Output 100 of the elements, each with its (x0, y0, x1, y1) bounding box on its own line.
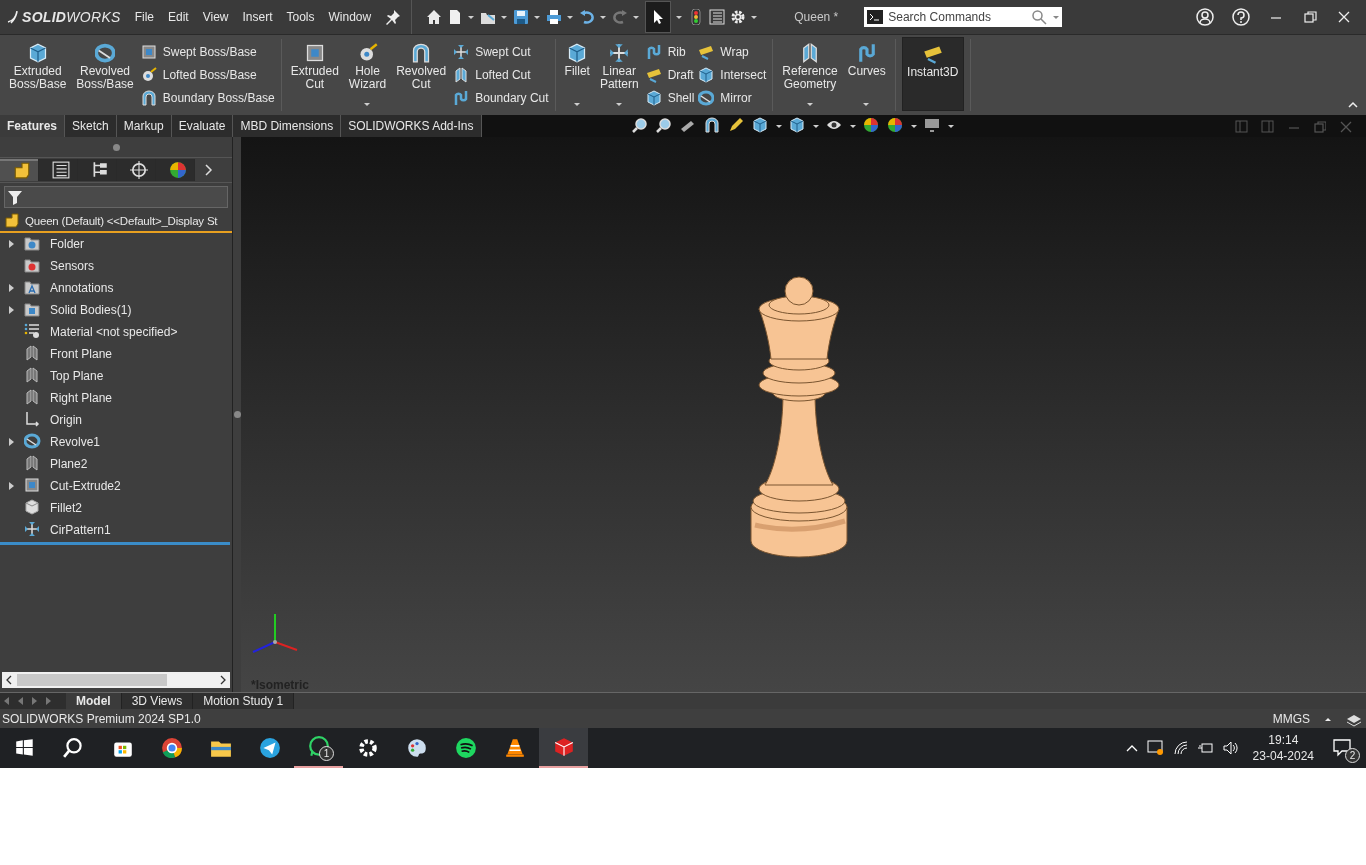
zoom-icon[interactable] (655, 117, 674, 135)
ribbon-button[interactable]: Revolved Cut (393, 41, 450, 93)
ribbon-button[interactable]: Linear Pattern (596, 41, 642, 93)
monitor-icon[interactable] (1146, 739, 1165, 757)
menu-item[interactable]: File (134, 10, 154, 24)
panel-tab[interactable] (156, 159, 195, 181)
caret-icon[interactable] (805, 101, 814, 107)
tree-item[interactable]: Folder (50, 237, 84, 251)
scroll-left-icon[interactable] (5, 675, 13, 685)
tab[interactable]: SOLIDWORKS Add-Ins (341, 115, 482, 137)
tree-item[interactable]: Revolve1 (50, 435, 101, 449)
tile-icon[interactable] (1260, 119, 1274, 133)
menu-item[interactable]: Edit (168, 10, 189, 24)
printer-icon[interactable] (546, 9, 563, 25)
tree-item[interactable]: Annotations (50, 281, 114, 295)
ribbon-button[interactable]: Boundary Boss/Base (140, 87, 275, 109)
ribbon-button[interactable]: Lofted Boss/Base (140, 64, 275, 86)
caret-icon[interactable] (533, 14, 542, 20)
panel-tab[interactable] (0, 159, 39, 181)
ribbon-button[interactable]: Intersect (698, 64, 767, 86)
tile-icon[interactable] (1234, 119, 1248, 133)
settings-icon[interactable] (730, 9, 747, 25)
ribbon-button[interactable]: Extruded Boss/Base (6, 41, 70, 93)
collapse-icon[interactable] (1348, 101, 1358, 109)
menu-item[interactable]: Tools (286, 10, 315, 24)
arch-icon[interactable] (703, 117, 722, 135)
battery-icon[interactable] (1196, 740, 1215, 756)
notification-button[interactable]: 2 (1328, 733, 1358, 763)
tab[interactable]: Sketch (65, 115, 117, 137)
horizontal-scrollbar[interactable] (2, 672, 230, 688)
tree-item[interactable]: Cut-Extrude2 (50, 479, 121, 493)
scroll-right-icon[interactable] (219, 675, 227, 685)
help-icon[interactable] (1232, 8, 1250, 26)
menu-item[interactable]: Insert (242, 10, 273, 24)
caret-icon[interactable] (774, 123, 783, 129)
undo-icon[interactable] (579, 9, 596, 25)
ribbon-button[interactable]: Extruded Cut (287, 41, 342, 93)
ribbon-button[interactable]: Rib (645, 41, 695, 63)
splitter-handle[interactable] (112, 143, 120, 151)
list-icon[interactable] (709, 9, 726, 25)
tree-item[interactable]: Fillet2 (50, 501, 82, 515)
tree-item[interactable]: Sensors (50, 259, 95, 273)
restore-icon[interactable] (1302, 9, 1318, 25)
pin-icon[interactable] (385, 9, 402, 25)
ribbon-button[interactable]: Lofted Cut (453, 64, 549, 86)
caret-icon[interactable] (946, 123, 955, 129)
ribbon-button[interactable]: Wrap (698, 41, 767, 63)
tree-root[interactable]: Queen (Default) <<Default>_Display St (25, 215, 218, 227)
caret-icon[interactable] (1324, 715, 1332, 722)
ribbon-button[interactable]: Reference Geometry (779, 41, 841, 93)
menu-item[interactable]: View (202, 10, 229, 24)
ribbon-button[interactable]: Mirror (698, 87, 767, 109)
tab[interactable]: MBD Dimensions (233, 115, 342, 137)
terminal-icon[interactable] (864, 7, 887, 27)
user-icon[interactable] (1196, 8, 1214, 26)
ribbon-button[interactable]: Instant3D (901, 37, 964, 111)
tab[interactable]: Markup (116, 115, 172, 137)
caret-icon[interactable] (675, 14, 684, 20)
caret-icon[interactable] (811, 123, 820, 129)
caret-icon[interactable] (909, 123, 918, 129)
speaker-icon[interactable] (1222, 740, 1239, 756)
ribbon-button[interactable]: Curves (844, 41, 889, 80)
search-field[interactable]: Search Commands (886, 7, 1029, 27)
ribbon-button[interactable]: Revolved Boss/Base (73, 41, 137, 93)
sphere-icon[interactable] (862, 117, 881, 135)
tree-item[interactable]: Origin (50, 413, 82, 427)
wifi-icon[interactable] (1172, 740, 1189, 756)
tree-item[interactable]: Right Plane (50, 391, 113, 405)
tree-item[interactable]: Top Plane (50, 369, 104, 383)
select-button[interactable] (645, 1, 672, 33)
monitor-icon[interactable] (923, 117, 942, 135)
tree-item[interactable]: Material <not specified> (50, 325, 178, 339)
expand-arrow-icon[interactable] (6, 282, 16, 294)
caret-icon[interactable] (500, 14, 509, 20)
expand-arrow-icon[interactable] (6, 436, 16, 448)
caret-icon[interactable] (848, 123, 857, 129)
tab[interactable]: 3D Views (121, 693, 194, 709)
tree-item[interactable]: CirPattern1 (50, 523, 111, 537)
tree-item[interactable]: Front Plane (50, 347, 113, 361)
tab[interactable]: Motion Study 1 (193, 693, 295, 709)
tree-item[interactable]: Solid Bodies(1) (50, 303, 132, 317)
tree-item[interactable]: Plane2 (50, 457, 88, 471)
caret-icon[interactable] (363, 101, 371, 107)
home-icon[interactable] (426, 9, 443, 25)
caret-icon[interactable] (862, 101, 871, 107)
sphere-icon[interactable] (886, 117, 905, 135)
cube-icon[interactable] (788, 117, 807, 135)
panel-tab[interactable] (39, 159, 78, 181)
caret-icon[interactable] (614, 101, 623, 107)
clock[interactable]: 19:14 23-04-2024 (1246, 732, 1320, 764)
splitter-handle[interactable] (233, 411, 241, 418)
caret-icon[interactable] (750, 14, 759, 20)
close-icon[interactable] (1336, 9, 1352, 25)
taskbar-button[interactable]: 1 (294, 728, 343, 768)
ribbon-button[interactable]: Swept Cut (453, 41, 549, 63)
caret-icon[interactable] (1050, 7, 1063, 27)
ribbon-button[interactable]: Draft (645, 64, 695, 86)
tab[interactable]: Evaluate (171, 115, 234, 137)
zoom-icon[interactable] (631, 117, 650, 135)
units-menu[interactable]: MMGS (1272, 711, 1310, 726)
